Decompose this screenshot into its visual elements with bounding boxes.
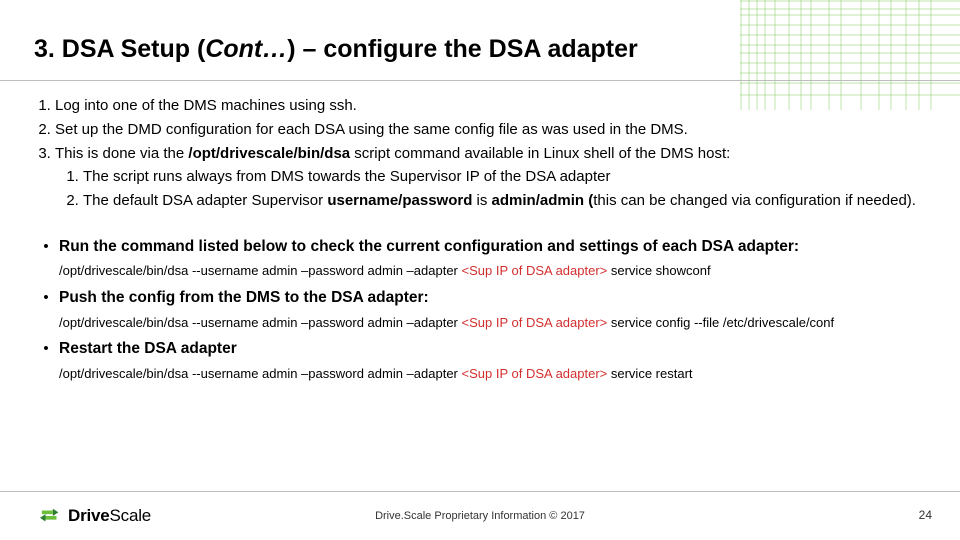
title-italic: Cont…: [205, 35, 287, 63]
content-area: Log into one of the DMS machines using s…: [33, 95, 930, 388]
cmd3-sup: <Sup IP of DSA adapter>: [462, 366, 608, 381]
command-3: /opt/drivescale/bin/dsa --username admin…: [59, 365, 930, 384]
substep-2-c: is: [472, 192, 491, 209]
cmd1-a: /opt/drivescale/bin/dsa --username admin…: [59, 263, 462, 278]
cmd3-a: /opt/drivescale/bin/dsa --username admin…: [59, 366, 462, 381]
substep-2: The default DSA adapter Supervisor usern…: [83, 190, 930, 212]
step-1-text: Log into one of the DMS machines using s…: [55, 97, 357, 114]
bullet-3-text: Restart the DSA adapter: [59, 338, 930, 360]
title-suffix: ) – configure the DSA adapter: [287, 35, 638, 63]
bullets-section: • Run the command listed below to check …: [33, 236, 930, 384]
cmd1-b: service showconf: [607, 263, 710, 278]
substep-2-d: admin/admin (: [492, 192, 594, 209]
bullet-row-2: • Push the config from the DMS to the DS…: [33, 287, 930, 309]
step-3-text-c: script command available in Linux shell …: [350, 145, 730, 162]
bullet-1-text: Run the command listed below to check th…: [59, 236, 930, 258]
cmd3-b: service restart: [607, 366, 692, 381]
substep-2-e: this can be changed via configuration if…: [593, 192, 916, 209]
step-1: Log into one of the DMS machines using s…: [55, 95, 930, 117]
command-1: /opt/drivescale/bin/dsa --username admin…: [59, 262, 930, 281]
cmd2-b: service config --file /etc/drivescale/co…: [607, 315, 834, 330]
bullet-dot: •: [33, 287, 59, 309]
slide: 3. DSA Setup (Cont…) – configure the DSA…: [0, 0, 960, 540]
title-prefix: 3. DSA Setup (: [34, 35, 205, 63]
footer-copyright: Drive.Scale Proprietary Information © 20…: [0, 510, 960, 522]
step-2-text: Set up the DMD configuration for each DS…: [55, 121, 688, 138]
bullet-dot: •: [33, 236, 59, 258]
step-3: This is done via the /opt/drivescale/bin…: [55, 143, 930, 212]
cmd2-sup: <Sup IP of DSA adapter>: [462, 315, 608, 330]
cmd1-sup: <Sup IP of DSA adapter>: [462, 263, 608, 278]
command-2: /opt/drivescale/bin/dsa --username admin…: [59, 314, 930, 333]
step-2: Set up the DMD configuration for each DS…: [55, 119, 930, 141]
decorative-grid: [740, 0, 960, 110]
footer-divider: [0, 491, 960, 492]
step-3-path: /opt/drivescale/bin/dsa: [188, 145, 350, 162]
bullet-2-text: Push the config from the DMS to the DSA …: [59, 287, 930, 309]
slide-title: 3. DSA Setup (Cont…) – configure the DSA…: [34, 35, 638, 64]
substeps-list: The script runs always from DMS towards …: [83, 166, 930, 212]
substep-2-b: username/password: [327, 192, 472, 209]
page-number: 24: [919, 508, 932, 522]
substep-2-a: The default DSA adapter Supervisor: [83, 192, 327, 209]
bullet-row-3: • Restart the DSA adapter: [33, 338, 930, 360]
substep-1-text: The script runs always from DMS towards …: [83, 168, 610, 185]
steps-list: Log into one of the DMS machines using s…: [55, 95, 930, 212]
bullet-dot: •: [33, 338, 59, 360]
title-divider: [0, 80, 960, 81]
substep-1: The script runs always from DMS towards …: [83, 166, 930, 188]
cmd2-a: /opt/drivescale/bin/dsa --username admin…: [59, 315, 462, 330]
bullet-row-1: • Run the command listed below to check …: [33, 236, 930, 258]
step-3-text-a: This is done via the: [55, 145, 188, 162]
